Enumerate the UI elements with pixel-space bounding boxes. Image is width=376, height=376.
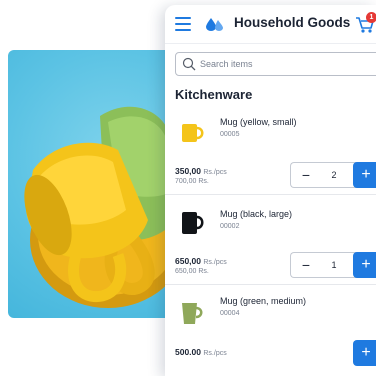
- hero-mugs-photo: [8, 50, 188, 318]
- product-price: 650,00 Rs./pcs: [175, 256, 227, 266]
- yellow-mug-image[interactable]: [177, 118, 207, 148]
- product-code: 00005: [220, 131, 240, 138]
- add-to-cart-button[interactable]: +: [353, 340, 376, 366]
- increase-button[interactable]: +: [353, 162, 376, 188]
- old-price: 700,00 Rs.: [175, 178, 209, 185]
- shop-app-panel: Household Goods 1 Kitchenware Mug (yello…: [165, 5, 376, 376]
- top-bar: Household Goods 1: [165, 5, 376, 44]
- app-title: Household Goods: [234, 15, 351, 30]
- search-icon: [182, 57, 196, 71]
- price-unit: Rs./pcs: [203, 169, 227, 176]
- price-value: 650,00: [175, 256, 201, 266]
- product-code: 00004: [220, 310, 240, 317]
- product-code: 00002: [220, 223, 240, 230]
- price-unit: Rs./pcs: [203, 350, 227, 357]
- decrease-button[interactable]: −: [297, 256, 315, 274]
- price-unit: Rs./pcs: [203, 259, 227, 266]
- black-mug-image[interactable]: [177, 208, 207, 238]
- divider: [165, 284, 376, 285]
- product-price: 500.00 Rs./pcs: [175, 347, 227, 357]
- section-title: Kitchenware: [175, 87, 253, 102]
- stacked-mugs-illustration: [24, 106, 186, 308]
- divider: [165, 194, 376, 195]
- search-input[interactable]: [200, 55, 370, 73]
- increase-button[interactable]: +: [353, 252, 376, 278]
- search-box: [175, 52, 376, 76]
- price-value: 350,00: [175, 166, 201, 176]
- quantity-value[interactable]: 2: [327, 170, 341, 180]
- drops-logo-icon: [206, 18, 223, 31]
- cart-count-badge: 1: [366, 12, 376, 23]
- product-price: 350,00 Rs./pcs: [175, 166, 227, 176]
- old-price: 650,00 Rs.: [175, 268, 209, 275]
- green-mug-image[interactable]: [177, 298, 207, 328]
- price-value: 500.00: [175, 347, 201, 357]
- product-name[interactable]: Mug (black, large): [220, 209, 292, 219]
- quantity-value[interactable]: 1: [327, 260, 341, 270]
- product-name[interactable]: Mug (green, medium): [220, 296, 306, 306]
- hamburger-menu-icon[interactable]: [175, 17, 191, 31]
- product-name[interactable]: Mug (yellow, small): [220, 117, 297, 127]
- decrease-button[interactable]: −: [297, 166, 315, 184]
